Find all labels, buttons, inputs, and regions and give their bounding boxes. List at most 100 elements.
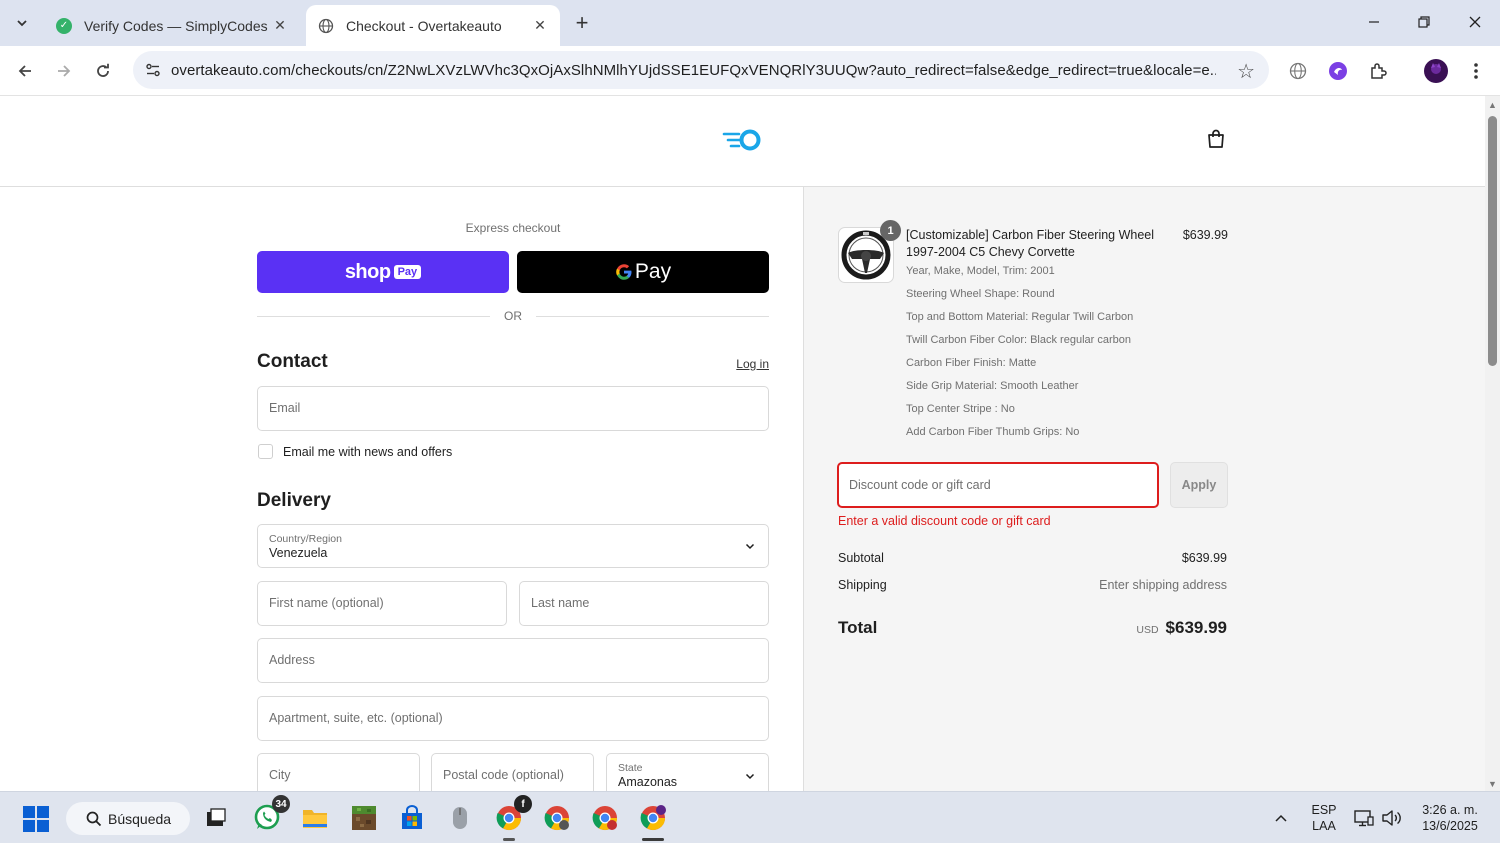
last-name-placeholder: Last name: [531, 596, 590, 610]
city-field[interactable]: City: [257, 753, 420, 791]
postal-code-field[interactable]: Postal code (optional): [431, 753, 594, 791]
volume-icon[interactable]: [1378, 803, 1404, 833]
variant-option: Twill Carbon Fiber Color: Black regular …: [906, 334, 1131, 346]
postal-code-placeholder: Postal code (optional): [443, 768, 564, 782]
close-tab-icon[interactable]: ✕: [532, 17, 548, 34]
microsoft-store-icon[interactable]: [397, 803, 427, 833]
checkout-page: Express checkout shop Pay Pay OR Contact…: [0, 96, 1485, 791]
log-in-link[interactable]: Log in: [700, 357, 769, 371]
country-select[interactable]: Country/Region Venezuela: [257, 524, 769, 568]
browser-tab-strip: ✓ Verify Codes — SimplyCodes ✕ Checkout …: [0, 0, 1500, 46]
close-window-button[interactable]: [1460, 8, 1490, 36]
google-pay-button[interactable]: Pay: [517, 251, 769, 293]
or-divider: OR: [257, 308, 769, 324]
email-field[interactable]: Email: [257, 386, 769, 431]
back-arrow-icon: [18, 65, 31, 77]
clock-date: 13/6/2025: [1422, 819, 1478, 833]
last-name-field[interactable]: Last name: [519, 581, 769, 626]
address-bar[interactable]: overtakeauto.com/checkouts/cn/Z2NwLXVzLW…: [133, 51, 1269, 89]
new-tab-button[interactable]: +: [568, 9, 596, 37]
state-select[interactable]: State Amazonas: [606, 753, 769, 791]
whatsapp-unread-badge: 34: [272, 795, 290, 813]
close-icon: [1469, 16, 1481, 28]
first-name-field[interactable]: First name (optional): [257, 581, 507, 626]
total-label: Total: [838, 618, 878, 637]
reload-button[interactable]: [88, 56, 118, 86]
or-label: OR: [504, 309, 522, 323]
minimize-window-button[interactable]: [1359, 8, 1389, 36]
tab-title: Verify Codes — SimplyCodes: [84, 17, 268, 34]
browser-menu-icon[interactable]: [1463, 58, 1489, 84]
google-pay-label: Pay: [634, 260, 672, 283]
overtakeauto-logo-icon[interactable]: [722, 126, 764, 157]
discount-code-field[interactable]: Discount code or gift card: [837, 462, 1159, 508]
tab-search-button[interactable]: [8, 9, 36, 37]
scroll-down-arrow-icon[interactable]: ▼: [1488, 779, 1497, 789]
chevron-down-icon: [17, 20, 27, 27]
variant-option: Top Center Stripe : No: [906, 403, 1015, 415]
file-explorer-icon[interactable]: [300, 803, 330, 833]
cart-bag-icon[interactable]: [1205, 128, 1227, 153]
country-label: Country/Region: [269, 533, 342, 545]
city-placeholder: City: [269, 768, 291, 782]
newsletter-option[interactable]: Email me with news and offers: [258, 444, 452, 459]
shop-pay-button[interactable]: shop Pay: [257, 251, 509, 293]
discount-placeholder: Discount code or gift card: [849, 478, 991, 492]
browser-toolbar: overtakeauto.com/checkouts/cn/Z2NwLXVzLW…: [0, 46, 1500, 96]
chevron-down-icon: [745, 543, 755, 550]
quantity-badge: 1: [880, 220, 901, 241]
apartment-field[interactable]: Apartment, suite, etc. (optional): [257, 696, 769, 741]
tab-simplycodes[interactable]: ✓ Verify Codes — SimplyCodes ✕: [44, 5, 300, 46]
clock[interactable]: 3:26 a. m. 13/6/2025: [1413, 802, 1487, 834]
subtotal-label: Subtotal: [838, 551, 884, 565]
input-language-indicator[interactable]: ESP LAA: [1304, 802, 1344, 834]
shipping-value: Enter shipping address: [1099, 578, 1227, 592]
address-placeholder: Address: [269, 653, 315, 667]
scrollbar-thumb[interactable]: [1488, 116, 1497, 366]
chrome-profile-3-icon[interactable]: [590, 803, 620, 833]
variant-option: Add Carbon Fiber Thumb Grips: No: [906, 426, 1080, 438]
running-indicator: [503, 838, 515, 841]
profile-avatar-icon[interactable]: [1423, 58, 1449, 84]
shipping-label: Shipping: [838, 578, 887, 592]
back-button[interactable]: [10, 56, 40, 86]
url-text: overtakeauto.com/checkouts/cn/Z2NwLXVzLW…: [171, 61, 1216, 79]
taskbar-search-button[interactable]: Búsqueda: [66, 802, 190, 835]
chrome-profile-1-icon[interactable]: f: [494, 795, 532, 841]
scroll-up-arrow-icon[interactable]: ▲: [1488, 100, 1497, 110]
translate-globe-icon[interactable]: [1285, 58, 1311, 84]
extensions-puzzle-icon[interactable]: [1365, 58, 1391, 84]
simplycodes-favicon-icon: ✓: [56, 17, 72, 34]
whatsapp-icon[interactable]: 34: [252, 795, 290, 833]
network-icon[interactable]: [1351, 803, 1377, 833]
windows-start-icon[interactable]: [23, 806, 49, 832]
tab-checkout[interactable]: Checkout - Overtakeauto ✕: [306, 5, 560, 46]
mouse-app-icon[interactable]: [445, 803, 475, 833]
minecraft-icon[interactable]: [349, 803, 379, 833]
total-amount: USD $639.99: [1136, 618, 1227, 638]
discount-error-message: Enter a valid discount code or gift card: [838, 514, 1051, 528]
subtotal-value: $639.99: [1181, 551, 1227, 565]
extension-purple-icon[interactable]: [1325, 58, 1351, 84]
show-hidden-icons-chevron-icon[interactable]: [1267, 803, 1295, 833]
checkout-form: Express checkout shop Pay Pay OR Contact…: [0, 187, 803, 791]
search-icon: [86, 811, 102, 826]
restore-window-button[interactable]: [1409, 8, 1439, 36]
chrome-profile-active-icon[interactable]: [638, 803, 668, 841]
chrome-profile-2-icon[interactable]: [542, 803, 572, 833]
apply-discount-button[interactable]: Apply: [1170, 462, 1228, 508]
page-scrollbar[interactable]: ▲ ▼: [1485, 96, 1500, 791]
shop-pay-badge: Pay: [393, 265, 422, 279]
task-view-icon[interactable]: [201, 803, 231, 833]
newsletter-label: Email me with news and offers: [283, 444, 453, 459]
forward-button[interactable]: [49, 56, 79, 86]
shop-pay-wordmark: shop: [344, 260, 391, 283]
address-field[interactable]: Address: [257, 638, 769, 683]
bookmark-star-icon[interactable]: ☆: [1237, 59, 1255, 84]
email-placeholder: Email: [269, 401, 301, 415]
close-tab-icon[interactable]: ✕: [272, 17, 288, 34]
chrome-notification-badge-icon: f: [514, 795, 532, 813]
newsletter-checkbox[interactable]: [258, 444, 273, 459]
google-g-icon: [616, 264, 632, 280]
site-info-icon[interactable]: [135, 51, 171, 89]
